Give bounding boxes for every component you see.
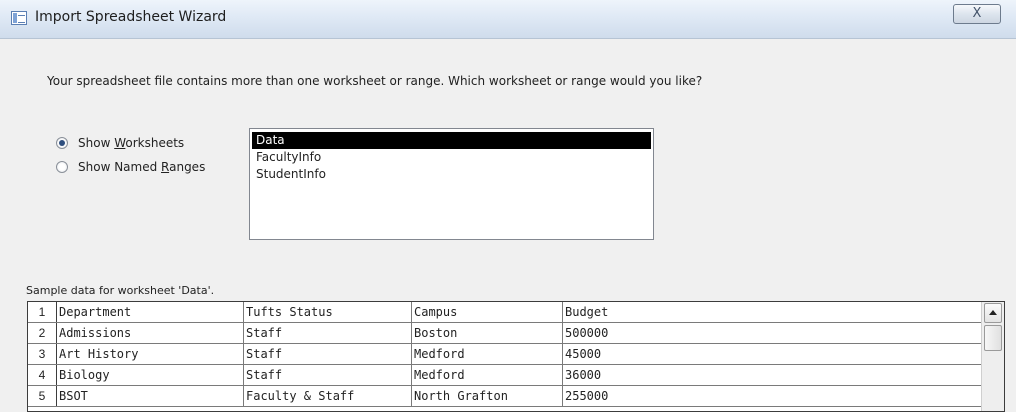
table-cell: Campus: [412, 302, 563, 322]
window-title: Import Spreadsheet Wizard: [35, 9, 227, 25]
table-cell: Staff: [244, 323, 412, 343]
close-button[interactable]: X: [953, 4, 1001, 24]
table-row: 4 Biology Staff Medford 36000: [28, 365, 1004, 386]
table-cell: 255000: [565, 389, 609, 403]
show-worksheets-label[interactable]: Show Worksheets: [78, 136, 184, 150]
import-spreadsheet-wizard-window: Import Spreadsheet Wizard X Your spreads…: [0, 0, 1016, 412]
show-worksheets-radio[interactable]: [56, 137, 68, 149]
worksheet-item-studentinfo[interactable]: StudentInfo: [252, 166, 651, 183]
table-row: 5 BSOT Faculty & Staff North Grafton 255…: [28, 386, 1004, 407]
table-cell: Staff: [244, 365, 412, 385]
table-icon: [11, 11, 27, 25]
row-number: 1: [28, 302, 57, 322]
table-cell: Admissions: [57, 323, 244, 343]
row-number: 2: [28, 323, 57, 343]
worksheet-listbox[interactable]: Data FacultyInfo StudentInfo: [249, 128, 654, 240]
sample-data-label: Sample data for worksheet 'Data'.: [26, 284, 215, 297]
scroll-thumb[interactable]: [984, 325, 1002, 351]
show-named-ranges-radio[interactable]: [56, 161, 68, 173]
table-cell: Department: [57, 302, 244, 322]
table-row: 1 Department Tufts Status Campus Budget: [28, 302, 1004, 323]
table-cell: Biology: [57, 365, 244, 385]
table-cell: 500000: [565, 326, 609, 340]
table-cell: 36000: [565, 368, 602, 382]
table-cell: Boston: [412, 323, 563, 343]
show-named-ranges-label[interactable]: Show Named Ranges: [78, 160, 205, 174]
row-number: 4: [28, 365, 57, 385]
worksheet-item-facultyinfo[interactable]: FacultyInfo: [252, 149, 651, 166]
table-cell: Medford: [412, 344, 563, 364]
table-row: 2 Admissions Staff Boston 500000: [28, 323, 1004, 344]
table-row: 3 Art History Staff Medford 45000: [28, 344, 1004, 365]
row-number: 3: [28, 344, 57, 364]
table-cell: Art History: [57, 344, 244, 364]
table-cell: 45000: [565, 347, 602, 361]
table-cell: Staff: [244, 344, 412, 364]
worksheet-prompt: Your spreadsheet file contains more than…: [47, 74, 703, 88]
sample-data-grid[interactable]: 1 Department Tufts Status Campus Budget …: [27, 301, 1005, 412]
worksheet-item-data[interactable]: Data: [252, 132, 651, 149]
row-number: 5: [28, 386, 57, 406]
vertical-scrollbar[interactable]: [981, 302, 1004, 411]
title-bar: Import Spreadsheet Wizard X: [0, 0, 1016, 39]
table-cell: BSOT: [57, 386, 244, 406]
scroll-up-arrow-icon[interactable]: [984, 303, 1002, 323]
table-cell: Medford: [412, 365, 563, 385]
table-cell: Faculty & Staff: [244, 386, 412, 406]
table-cell: North Grafton: [412, 386, 563, 406]
table-cell: Tufts Status: [244, 302, 412, 322]
table-cell: Budget: [565, 305, 609, 319]
